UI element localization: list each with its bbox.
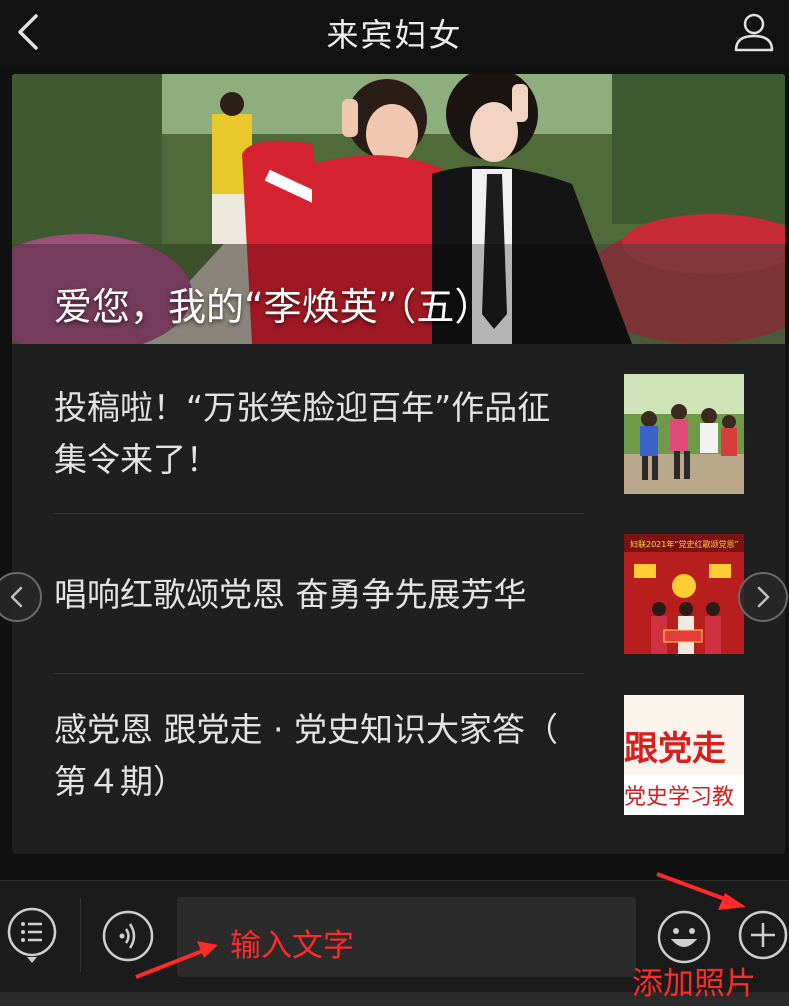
article-title-line: 唱响红歌颂党恩 奋勇争先展芳华: [54, 575, 527, 614]
add-attachment-button[interactable]: [737, 909, 789, 961]
voice-icon: [102, 910, 154, 962]
emoji-icon: [657, 910, 711, 964]
article-item-2[interactable]: 唱响红歌颂党恩 奋勇争先展芳华 妇联2021年“党史红歌颂党恩”: [12, 514, 785, 674]
article-item-1[interactable]: 投稿啦！“万张笑脸迎百年”作品征 集令来了！: [12, 344, 785, 514]
annotation-label-input: 输入文字: [230, 928, 354, 964]
article-title: 唱响红歌颂党恩 奋勇争先展芳华: [54, 569, 527, 621]
party-event-photo: 妇联2021年“党史红歌颂党恩”: [624, 534, 744, 654]
emoji-button[interactable]: [656, 909, 712, 965]
top-bar: 来宾妇女: [0, 0, 789, 66]
user-profile-icon: [734, 13, 774, 52]
article-card: 爱您，我的“李焕英”（五） 投稿啦！“万张笑脸迎百年”作品征 集令来了！ 唱响红…: [12, 74, 785, 854]
article-thumbnail: 跟党走 党史学习教: [624, 695, 744, 815]
article-title-line: 感党恩 跟党走 · 党史知识大家答（: [54, 710, 558, 749]
annotation-label-add-photo: 添加照片: [632, 966, 756, 1002]
svg-text:妇联2021年“党史红歌颂党恩”: 妇联2021年“党史红歌颂党恩”: [630, 539, 739, 549]
hero-article[interactable]: 爱您，我的“李焕英”（五）: [12, 74, 785, 344]
chevron-left-icon: [10, 586, 23, 608]
menu-toggle-button[interactable]: [6, 905, 60, 967]
article-thumbnail: 妇联2021年“党史红歌颂党恩”: [624, 534, 744, 654]
page-title: 来宾妇女: [326, 16, 463, 54]
article-thumbnail: [624, 374, 744, 494]
voice-input-button[interactable]: [101, 909, 155, 963]
chevron-right-icon: [757, 586, 770, 608]
menu-list-icon: [7, 907, 57, 963]
article-title-line: 第４期）: [54, 762, 186, 801]
thumbnail-text: 跟党走: [624, 729, 726, 769]
article-title-line: 投稿啦！“万张笑脸迎百年”作品征: [54, 388, 551, 427]
article-item-3[interactable]: 感党恩 跟党走 · 党史知识大家答（ 第４期） 跟党走 党史学习教: [12, 674, 785, 854]
article-title-line: 集令来了！: [54, 440, 219, 479]
thumbnail-text: 党史学习教: [624, 785, 735, 810]
article-title: 投稿啦！“万张笑脸迎百年”作品征 集令来了！: [54, 382, 550, 486]
plus-icon: [738, 910, 788, 960]
previous-page-button[interactable]: [0, 572, 42, 622]
hero-title: 爱您，我的“李焕英”（五）: [54, 285, 493, 329]
profile-button[interactable]: [731, 10, 777, 56]
next-page-button[interactable]: [738, 572, 788, 622]
separator: [80, 898, 81, 972]
children-photo: [624, 374, 744, 494]
article-title: 感党恩 跟党走 · 党史知识大家答（ 第４期）: [54, 704, 558, 808]
